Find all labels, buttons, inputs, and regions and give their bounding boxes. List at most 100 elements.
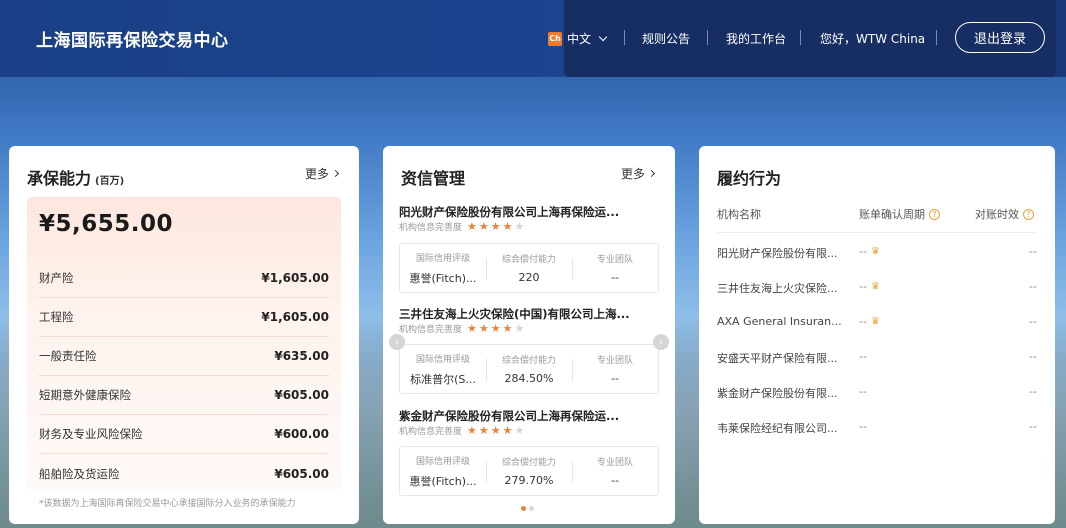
table-row[interactable]: 安盛天平财产保险有限... -- --	[717, 339, 1037, 374]
metric-value: --	[611, 271, 619, 284]
capacity-row-label: 工程险	[39, 310, 74, 324]
metric-team: 专业团队 --	[572, 244, 658, 292]
timeliness-value: --	[1029, 245, 1037, 258]
bill-cycle-value: --	[859, 245, 867, 258]
more-label: 更多	[305, 167, 330, 181]
institution-name: 紫金财产保险股份有限...	[717, 387, 838, 400]
company-name[interactable]: 阳光财产保险股份有限公司上海再保险运...	[399, 204, 619, 220]
star-rating: ★ ★ ★ ★ ★	[467, 221, 524, 232]
metric-label: 国际信用评级	[415, 456, 470, 467]
chevron-right-icon	[331, 169, 340, 178]
bill-cycle-value: --	[859, 420, 867, 433]
nav-my-workbench[interactable]: 我的工作台	[726, 30, 786, 47]
star-filled-icon: ★	[478, 424, 489, 437]
timeliness-value: --	[1029, 315, 1037, 328]
metric-value: 284.50%	[504, 372, 554, 385]
carousel-pagination	[521, 506, 534, 511]
nav-divider	[707, 30, 708, 45]
info-label: 机构信息完善度	[399, 223, 463, 233]
crown-icon: ♛	[870, 281, 880, 292]
metric-solvency: 综合偿付能力 284.50%	[486, 345, 572, 393]
metric-label: 综合偿付能力	[501, 356, 556, 366]
language-label: 中文	[567, 32, 592, 46]
capacity-row-label: 船舶险及货运险	[39, 466, 120, 481]
institution-name: 三井住友海上火灾保险...	[717, 282, 838, 295]
metric-value: --	[611, 372, 619, 385]
bill-cycle-cell: --	[859, 420, 867, 433]
nav-divider	[800, 30, 801, 45]
bill-cycle-value: --	[859, 280, 867, 293]
capacity-title-text: 承保能力	[27, 169, 92, 188]
capacity-title: 承保能力 (百万)	[27, 165, 124, 189]
question-icon[interactable]: ?	[929, 208, 940, 220]
capacity-summary: ¥5,655.00 财产险 ¥1,605.00 工程险 ¥1,605.00 一般责任…	[27, 197, 341, 490]
bill-cycle-cell: --	[859, 350, 867, 363]
question-icon[interactable]: ?	[1023, 208, 1034, 220]
star-filled-icon: ★	[490, 322, 501, 335]
crown-icon: ♛	[870, 246, 880, 257]
site-title[interactable]: 上海国际再保险交易中心	[36, 26, 229, 51]
bill-cycle-value: --	[859, 315, 867, 328]
column-header-bill-cycle: 账单确认周期?	[859, 206, 940, 222]
bill-cycle-cell: -- ♛	[859, 315, 880, 328]
carousel-prev-button[interactable]: ‹	[389, 334, 405, 350]
bill-cycle-cell: --	[859, 385, 867, 398]
star-filled-icon: ★	[490, 424, 501, 437]
credit-more-link[interactable]: 更多	[621, 165, 656, 182]
metric-rating: 国际信用评级 标准普尔(S...	[400, 345, 486, 393]
company-name[interactable]: 三井住友海上火灾保险(中国)有限公司上海...	[399, 306, 630, 322]
table-row[interactable]: 阳光财产保险股份有限... -- ♛ --	[717, 234, 1037, 269]
metric-value: 220	[518, 271, 540, 284]
capacity-more-link[interactable]: 更多	[305, 165, 340, 182]
metric-value: 惠誉(Fitch)...	[409, 474, 477, 488]
metric-label: 国际信用评级	[415, 253, 470, 264]
table-row[interactable]: 紫金财产保险股份有限... -- --	[717, 374, 1037, 409]
timeliness-value: --	[1029, 350, 1037, 363]
bill-cycle-value: --	[859, 350, 867, 363]
capacity-row-label: 财务及专业风险保险	[39, 427, 143, 441]
table-row[interactable]: 韦莱保险经纪有限公司... -- --	[717, 409, 1037, 444]
timeliness-value: --	[1029, 385, 1037, 398]
capacity-row-value: ¥600.00	[274, 427, 329, 441]
capacity-total: ¥5,655.00	[39, 211, 173, 237]
column-header-timeliness: 对账时效?	[975, 206, 1034, 222]
table-row[interactable]: 三井住友海上火灾保险... -- ♛ --	[717, 269, 1037, 304]
timeliness-value: --	[1029, 280, 1037, 293]
company-metrics: 国际信用评级 惠誉(Fitch)... 综合偿付能力 220 专业团队 --	[399, 243, 659, 293]
star-filled-icon: ★	[502, 322, 513, 335]
nav-rules-announcements[interactable]: 规则公告	[642, 30, 690, 47]
performance-title: 履约行为	[717, 169, 782, 188]
capacity-unit: (百万)	[95, 176, 125, 187]
nav-divider	[624, 30, 625, 45]
capacity-row-value: ¥635.00	[274, 349, 329, 363]
nav-divider	[936, 30, 937, 45]
logout-button[interactable]: 退出登录	[955, 22, 1045, 53]
metric-label: 综合偿付能力	[501, 458, 556, 468]
bill-cycle-value: --	[859, 385, 867, 398]
carousel-dot[interactable]	[529, 506, 534, 511]
star-filled-icon: ★	[478, 220, 489, 233]
bill-cycle-cell: -- ♛	[859, 280, 880, 293]
institution-name: AXA General Insuran...	[717, 315, 842, 328]
chevron-right-icon	[647, 169, 656, 178]
user-greeting[interactable]: 您好，WTW China	[820, 30, 925, 47]
metric-label: 国际信用评级	[415, 354, 470, 365]
metric-value: --	[611, 474, 619, 487]
metric-rating: 国际信用评级 惠誉(Fitch)...	[400, 447, 486, 495]
table-row[interactable]: AXA General Insuran... -- ♛ --	[717, 304, 1037, 339]
language-switcher[interactable]: Ch 中文	[548, 0, 608, 77]
performance-card: 履约行为 机构名称 账单确认周期? 对账时效? 阳光财产保险股份有限... -- ♛…	[699, 146, 1055, 524]
capacity-row: 工程险 ¥1,605.00	[39, 298, 329, 337]
capacity-row: 船舶险及货运险 ¥605.00	[39, 454, 329, 493]
carousel-dot[interactable]	[521, 506, 526, 511]
metric-label: 专业团队	[596, 356, 633, 366]
metric-label: 专业团队	[596, 458, 633, 468]
carousel-next-button[interactable]: ›	[653, 334, 669, 350]
star-filled-icon: ★	[490, 220, 501, 233]
company-info-completeness: 机构信息完善度 ★ ★ ★ ★ ★	[399, 220, 524, 233]
company-info-completeness: 机构信息完善度 ★ ★ ★ ★ ★	[399, 424, 524, 437]
metric-rating: 国际信用评级 惠誉(Fitch)...	[400, 244, 486, 292]
company-name[interactable]: 紫金财产保险股份有限公司上海再保险运...	[399, 408, 619, 424]
star-filled-icon: ★	[478, 322, 489, 335]
capacity-row-value: ¥605.00	[274, 388, 329, 402]
